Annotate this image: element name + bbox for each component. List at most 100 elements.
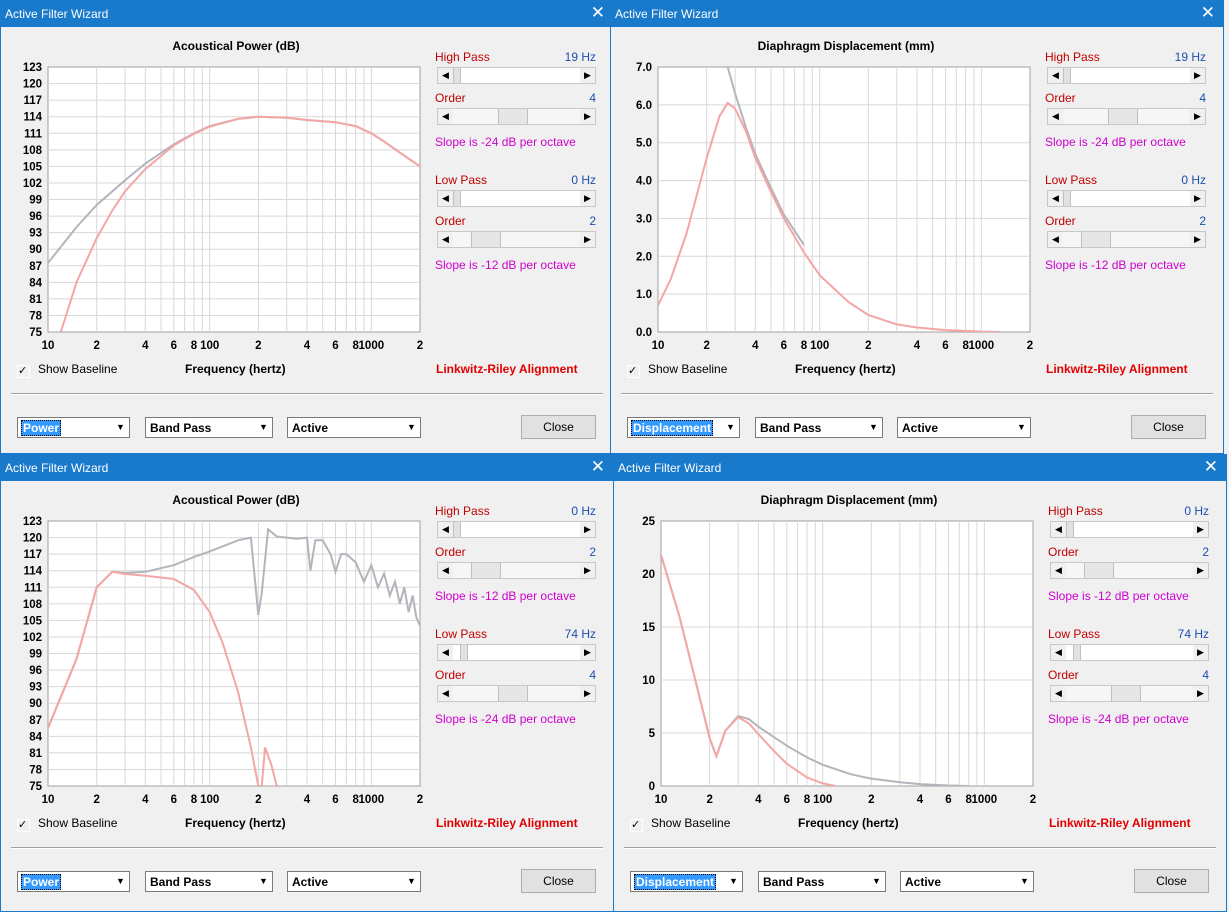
close-button[interactable]: Close [521,415,596,439]
scroll-right-icon[interactable]: ▶ [1190,68,1205,83]
scroll-left-icon[interactable]: ◀ [438,522,453,537]
slider-thumb[interactable] [1063,191,1071,206]
scroll-left-icon[interactable]: ◀ [438,232,453,247]
low-pass-slider[interactable]: ◀ ▶ [437,644,596,661]
checkbox-check-icon[interactable]: ✓ [17,819,30,832]
view-type-dropdown[interactable]: Power ▼ [17,417,130,438]
slider-thumb[interactable] [453,191,461,206]
close-button[interactable]: Close [521,869,596,893]
filter-type-dropdown[interactable]: Band Pass ▼ [145,417,273,438]
low-pass-order-slider[interactable]: ◀ ▶ [437,231,596,248]
scroll-right-icon[interactable]: ▶ [580,68,595,83]
checkbox-check-icon[interactable]: ✓ [630,819,643,832]
scroll-left-icon[interactable]: ◀ [1051,686,1066,701]
chevron-down-icon[interactable]: ▼ [723,419,738,436]
circuit-type-dropdown[interactable]: Active ▼ [287,417,421,438]
high-pass-slider[interactable]: ◀ ▶ [437,521,596,538]
slider-thumb[interactable] [1107,109,1138,124]
scroll-left-icon[interactable]: ◀ [1051,522,1066,537]
filter-type-dropdown[interactable]: Band Pass ▼ [145,871,273,892]
scroll-right-icon[interactable]: ▶ [580,686,595,701]
scroll-right-icon[interactable]: ▶ [1193,563,1208,578]
chevron-down-icon[interactable]: ▼ [1014,419,1029,436]
slider-thumb[interactable] [1063,68,1071,83]
slider-thumb[interactable] [1073,645,1082,660]
chevron-down-icon[interactable]: ▼ [726,873,741,890]
scroll-left-icon[interactable]: ◀ [1048,68,1063,83]
show-baseline-checkbox[interactable]: ✓ Show Baseline [17,362,117,378]
scroll-right-icon[interactable]: ▶ [1193,686,1208,701]
filter-type-dropdown[interactable]: Band Pass ▼ [758,871,886,892]
slider-thumb[interactable] [1110,686,1141,701]
checkbox-check-icon[interactable]: ✓ [17,365,30,378]
slider-thumb[interactable] [1066,522,1074,537]
view-type-dropdown[interactable]: Displacement ▼ [627,417,740,438]
scroll-left-icon[interactable]: ◀ [438,686,453,701]
low-pass-slider[interactable]: ◀ ▶ [1047,190,1206,207]
chevron-down-icon[interactable]: ▼ [113,873,128,890]
slider-thumb[interactable] [453,522,461,537]
show-baseline-checkbox[interactable]: ✓ Show Baseline [17,816,117,832]
view-type-dropdown[interactable]: Displacement ▼ [630,871,743,892]
scroll-right-icon[interactable]: ▶ [1193,522,1208,537]
high-pass-order-slider[interactable]: ◀ ▶ [1047,108,1206,125]
circuit-type-dropdown[interactable]: Active ▼ [897,417,1031,438]
scroll-left-icon[interactable]: ◀ [1048,191,1063,206]
show-baseline-checkbox[interactable]: ✓ Show Baseline [627,362,727,378]
chevron-down-icon[interactable]: ▼ [866,419,881,436]
slider-thumb[interactable] [1083,563,1114,578]
scroll-right-icon[interactable]: ▶ [580,109,595,124]
high-pass-slider[interactable]: ◀ ▶ [1047,67,1206,84]
scroll-left-icon[interactable]: ◀ [1051,645,1066,660]
chevron-down-icon[interactable]: ▼ [256,419,271,436]
chevron-down-icon[interactable]: ▼ [404,873,419,890]
chevron-down-icon[interactable]: ▼ [404,419,419,436]
chevron-down-icon[interactable]: ▼ [1017,873,1032,890]
high-pass-slider[interactable]: ◀ ▶ [437,67,596,84]
scroll-right-icon[interactable]: ▶ [1190,109,1205,124]
scroll-left-icon[interactable]: ◀ [438,563,453,578]
view-type-dropdown[interactable]: Power ▼ [17,871,130,892]
scroll-left-icon[interactable]: ◀ [438,191,453,206]
low-pass-slider[interactable]: ◀ ▶ [1050,644,1209,661]
filter-type-dropdown[interactable]: Band Pass ▼ [755,417,883,438]
high-pass-slider[interactable]: ◀ ▶ [1050,521,1209,538]
low-pass-order-slider[interactable]: ◀ ▶ [1047,231,1206,248]
slider-thumb[interactable] [1080,232,1111,247]
scroll-left-icon[interactable]: ◀ [438,68,453,83]
show-baseline-checkbox[interactable]: ✓ Show Baseline [630,816,730,832]
slider-thumb[interactable] [497,109,528,124]
slider-thumb[interactable] [453,68,461,83]
low-pass-slider[interactable]: ◀ ▶ [437,190,596,207]
high-pass-order-slider[interactable]: ◀ ▶ [437,562,596,579]
close-button[interactable]: Close [1134,869,1209,893]
checkbox-check-icon[interactable]: ✓ [627,365,640,378]
scroll-right-icon[interactable]: ▶ [580,645,595,660]
low-pass-order-slider[interactable]: ◀ ▶ [1050,685,1209,702]
scroll-right-icon[interactable]: ▶ [580,232,595,247]
scroll-right-icon[interactable]: ▶ [1190,191,1205,206]
circuit-type-dropdown[interactable]: Active ▼ [900,871,1034,892]
scroll-right-icon[interactable]: ▶ [1193,645,1208,660]
chevron-down-icon[interactable]: ▼ [869,873,884,890]
high-pass-order-slider[interactable]: ◀ ▶ [437,108,596,125]
scroll-left-icon[interactable]: ◀ [1048,232,1063,247]
scroll-right-icon[interactable]: ▶ [580,563,595,578]
close-button[interactable]: Close [1131,415,1206,439]
scroll-left-icon[interactable]: ◀ [1048,109,1063,124]
scroll-right-icon[interactable]: ▶ [580,522,595,537]
slider-thumb[interactable] [470,563,501,578]
slider-thumb[interactable] [497,686,528,701]
scroll-left-icon[interactable]: ◀ [1051,563,1066,578]
scroll-right-icon[interactable]: ▶ [580,191,595,206]
slider-thumb[interactable] [460,645,469,660]
low-pass-order-slider[interactable]: ◀ ▶ [437,685,596,702]
high-pass-order-slider[interactable]: ◀ ▶ [1050,562,1209,579]
circuit-type-dropdown[interactable]: Active ▼ [287,871,421,892]
chevron-down-icon[interactable]: ▼ [256,873,271,890]
slider-thumb[interactable] [470,232,501,247]
scroll-left-icon[interactable]: ◀ [438,645,453,660]
scroll-right-icon[interactable]: ▶ [1190,232,1205,247]
chevron-down-icon[interactable]: ▼ [113,419,128,436]
scroll-left-icon[interactable]: ◀ [438,109,453,124]
